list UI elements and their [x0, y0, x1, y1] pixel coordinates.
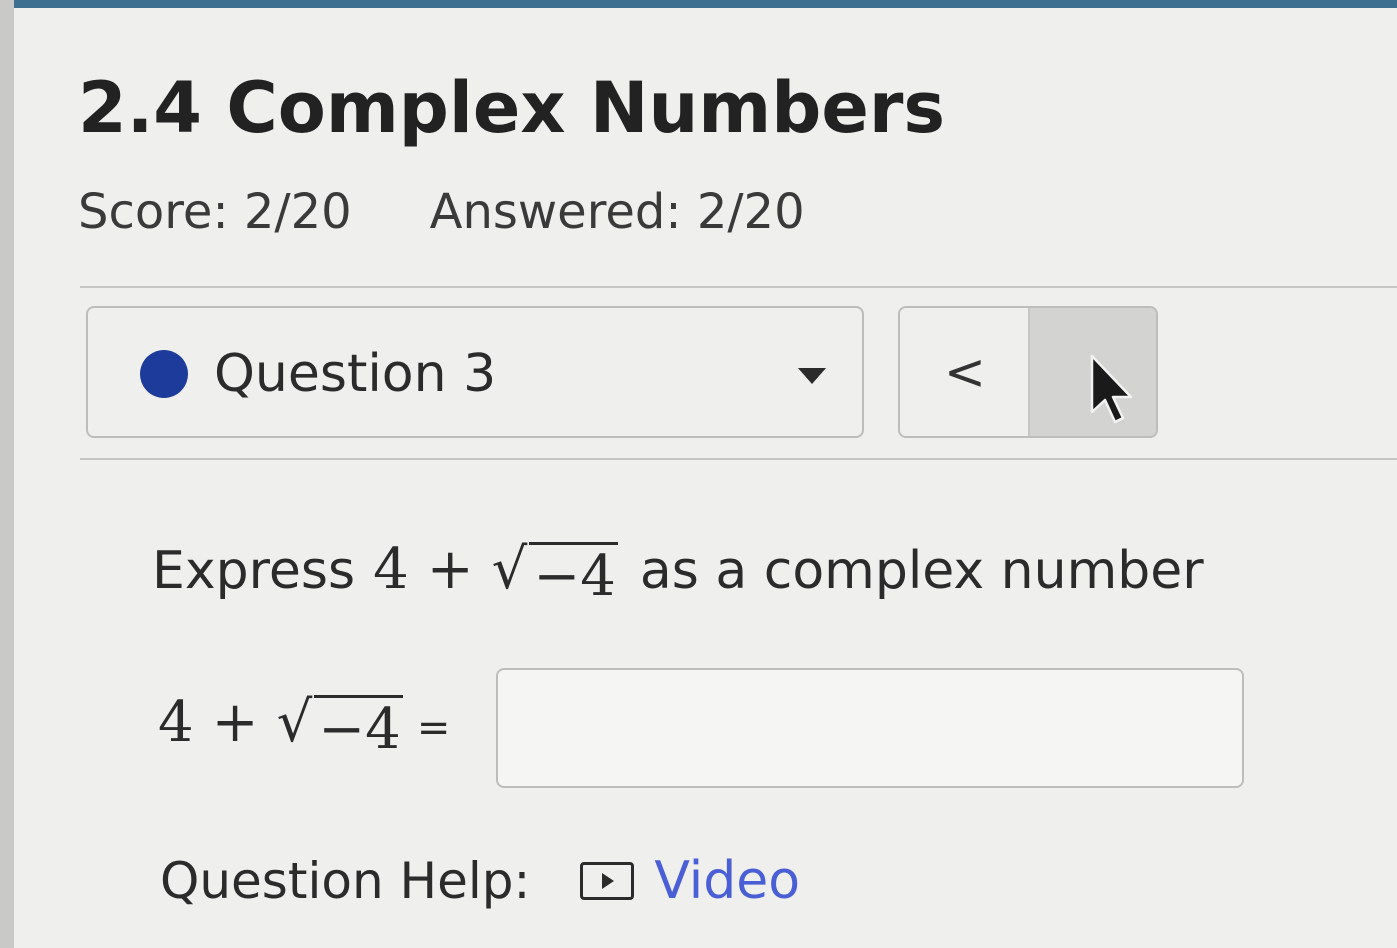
score-row: Score: 2/20 Answered: 2/20: [78, 182, 805, 242]
left-edge-strip: [0, 0, 14, 948]
question-help-label: Question Help:: [160, 852, 531, 910]
question-status-dot: [140, 350, 188, 398]
question-prompt: Express 4 + √ −4 as a complex number: [152, 530, 1204, 611]
video-help-link[interactable]: Video: [580, 846, 800, 916]
assignment-title: 2.4 Complex Numbers: [78, 67, 946, 149]
square-root: √ −4: [492, 542, 618, 605]
question-dropdown[interactable]: Question 3: [86, 306, 864, 438]
prompt-prefix: Express: [152, 541, 356, 601]
top-accent-bar: [0, 0, 1397, 8]
answered-text: Answered: 2/20: [429, 184, 805, 240]
chevron-left-icon: <: [944, 343, 986, 401]
expression-term: 4: [373, 537, 409, 602]
equation-term: 4: [158, 690, 194, 755]
equals-sign: =: [416, 705, 451, 751]
equation-expression: 4 + √ −4: [158, 690, 403, 758]
answer-input[interactable]: [496, 668, 1244, 788]
radicand: −4: [529, 542, 618, 605]
equation-radical-sign-icon: √: [276, 690, 313, 755]
video-link-label: Video: [654, 851, 801, 911]
question-nav-buttons: <: [898, 306, 1158, 438]
question-dropdown-label: Question 3: [214, 344, 497, 404]
prompt-suffix: as a complex number: [639, 541, 1204, 601]
divider-top: [80, 286, 1397, 288]
question-help: Question Help: Video: [160, 846, 800, 916]
score-text: Score: 2/20: [78, 184, 352, 240]
divider-bottom: [80, 458, 1397, 460]
answer-equation: 4 + √ −4 =: [158, 690, 450, 758]
equation-radicand: −4: [314, 695, 403, 758]
equation-square-root: √ −4: [277, 695, 403, 758]
prompt-expression: 4 + √ −4: [373, 530, 618, 610]
expression-operator: +: [426, 537, 474, 602]
video-play-icon: [580, 862, 635, 900]
radical-sign-icon: √: [491, 537, 528, 602]
previous-question-button[interactable]: <: [900, 308, 1030, 436]
chevron-down-icon: [798, 368, 826, 384]
equation-operator: +: [211, 690, 259, 755]
next-question-button[interactable]: [1030, 308, 1156, 436]
mouse-pointer-icon: [1090, 354, 1133, 424]
